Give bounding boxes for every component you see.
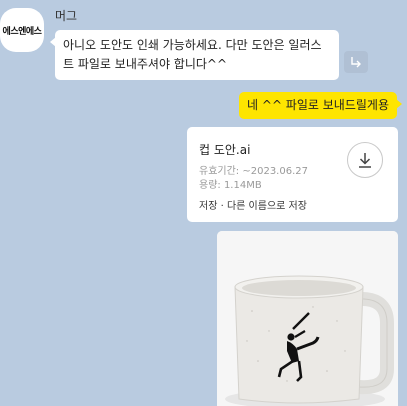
sent-message-text: 네 ^^ 파일로 보내드릴게용 — [247, 98, 389, 112]
sender-name: 머그 — [55, 9, 78, 23]
file-size: 용량: 1.14MB — [199, 180, 262, 191]
file-actions: 저장 · 다른 이름으로 저장 — [199, 197, 307, 212]
share-button[interactable] — [344, 51, 368, 73]
mug-photo — [217, 231, 398, 406]
profile-avatar[interactable]: 에스엔에스 — [0, 8, 44, 52]
image-message[interactable] — [217, 231, 398, 406]
received-message-text: 아니오 도안도 인쇄 가능하세요. 다만 도안은 일러스트 파일로 보내주셔야 … — [63, 38, 322, 71]
separator: · — [220, 201, 224, 212]
file-attachment-card[interactable]: 컵 도안.ai 유효기간: ~2023.06.27 용량: 1.14MB 저장 … — [187, 127, 398, 222]
save-link[interactable]: 저장 — [199, 201, 217, 212]
download-icon — [359, 153, 371, 168]
share-arrow-icon — [351, 57, 361, 68]
sent-message-bubble[interactable]: 네 ^^ 파일로 보내드릴게용 — [239, 92, 402, 119]
download-button[interactable] — [347, 142, 383, 178]
received-message-bubble[interactable]: 아니오 도안도 인쇄 가능하세요. 다만 도안은 일러스트 파일로 보내주셔야 … — [50, 30, 339, 80]
save-as-link[interactable]: 다른 이름으로 저장 — [227, 201, 307, 212]
file-name: 컵 도안.ai — [199, 143, 251, 157]
file-expiry: 유효기간: ~2023.06.27 — [199, 166, 308, 177]
avatar-text: 에스엔에스 — [2, 26, 42, 37]
